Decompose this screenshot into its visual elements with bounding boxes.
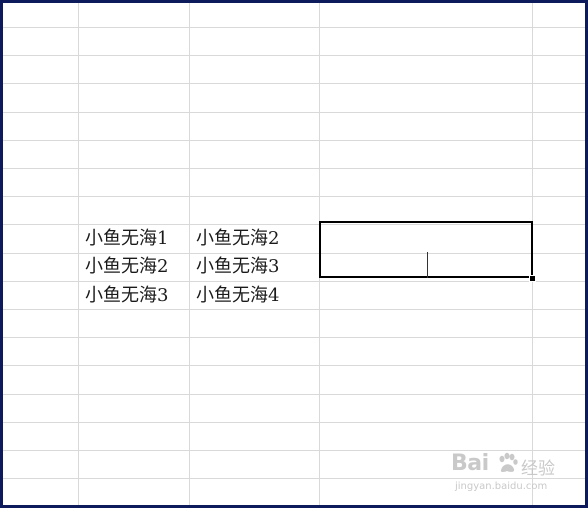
row-gridline	[3, 83, 585, 84]
watermark-logo-text: Bai	[451, 451, 489, 476]
fill-handle[interactable]	[529, 275, 536, 282]
cell-b1[interactable]: 小鱼无海1	[81, 225, 191, 252]
watermark-logo-text-cn: 经验	[521, 459, 555, 479]
row-gridline	[3, 337, 585, 338]
text-cursor	[427, 252, 428, 278]
row-gridline	[3, 394, 585, 395]
cell-c1[interactable]: 小鱼无海2	[192, 225, 320, 252]
baidu-watermark: Bai 经验 jingyan.baidu.com	[451, 449, 561, 501]
baidu-paw-icon	[499, 452, 518, 472]
row-gridline	[3, 140, 585, 141]
row-gridline	[3, 112, 585, 113]
row-gridline	[3, 309, 585, 310]
row-gridline	[3, 196, 585, 197]
cell-b3[interactable]: 小鱼无海3	[81, 282, 191, 309]
cell-c2[interactable]: 小鱼无海3	[192, 253, 320, 280]
selected-range[interactable]	[319, 221, 533, 278]
cell-c3[interactable]: 小鱼无海4	[192, 282, 320, 309]
watermark-url: jingyan.baidu.com	[455, 481, 548, 492]
row-gridline	[3, 365, 585, 366]
window-frame: 小鱼无海1 小鱼无海2 小鱼无海2 小鱼无海3 小鱼无海3 小鱼无海4 Bai …	[0, 0, 588, 508]
row-gridline	[3, 168, 585, 169]
column-gridline	[78, 3, 79, 505]
row-gridline	[3, 27, 585, 28]
row-gridline	[3, 422, 585, 423]
row-gridline	[3, 55, 585, 56]
cell-b2[interactable]: 小鱼无海2	[81, 253, 191, 280]
